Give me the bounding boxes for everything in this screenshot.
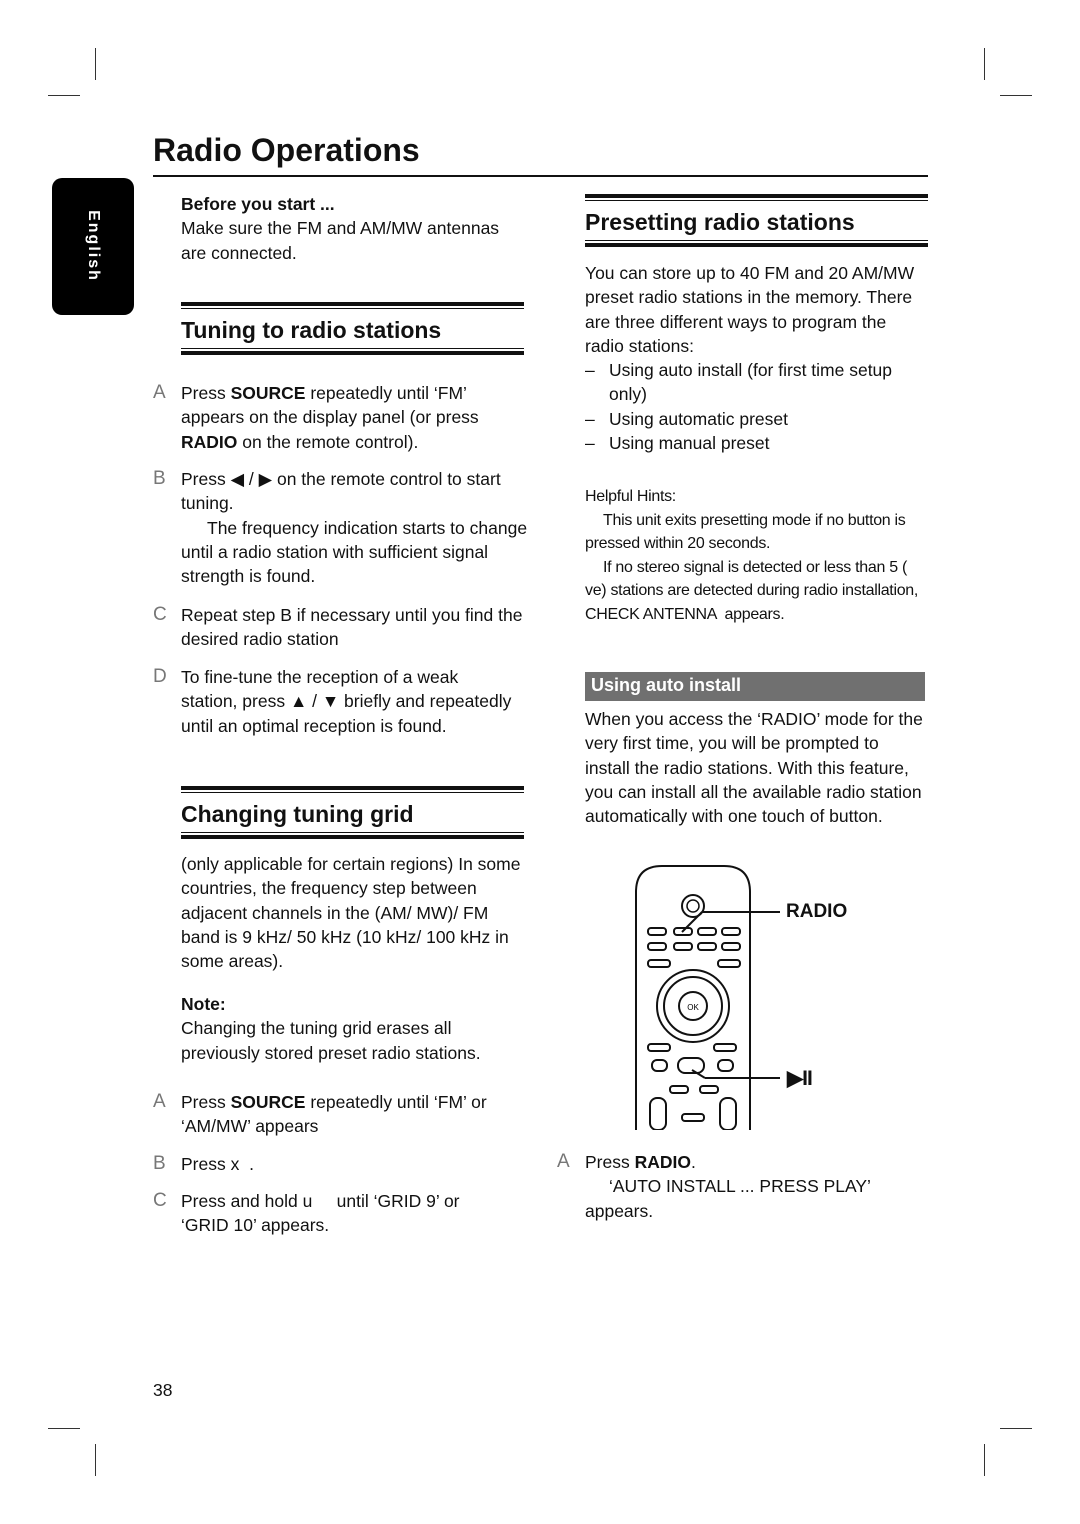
section-preset: Presetting radio stations bbox=[585, 194, 928, 247]
grid-step-a: A Press SOURCE repeatedly until ‘FM’ or … bbox=[153, 1090, 526, 1139]
tuning-step-d: D To fine-tune the reception of a weak s… bbox=[153, 665, 516, 738]
step-text: Press bbox=[181, 1092, 231, 1112]
tuning-step-c: C Repeat step B if necessary until you f… bbox=[153, 603, 531, 652]
step-keyword: RADIO bbox=[634, 1152, 691, 1172]
step-text: on the remote control). bbox=[237, 431, 419, 452]
language-tab: English bbox=[52, 178, 134, 315]
step-text: Press bbox=[585, 1152, 635, 1172]
step-letter: A bbox=[153, 1091, 166, 1112]
step-text: Press ◀ / ▶ on the remote control to sta… bbox=[181, 469, 501, 514]
grid-heading: Changing tuning grid bbox=[181, 801, 414, 827]
tuning-step-a: A Press SOURCE repeatedly until ‘FM’ app… bbox=[153, 381, 531, 454]
note-label: Note: bbox=[181, 994, 226, 1014]
step-subtext: The frequency indication starts to chang… bbox=[181, 517, 528, 587]
step-letter: B bbox=[153, 1153, 166, 1174]
step-letter: B bbox=[153, 468, 166, 489]
grid-note: Note: Changing the tuning grid erases al… bbox=[181, 992, 526, 1065]
tuning-step-b: B Press ◀ / ▶ on the remote control to s… bbox=[153, 467, 531, 588]
step-letter: C bbox=[153, 1190, 167, 1211]
step-text: . bbox=[691, 1152, 696, 1172]
remote-radio-label: RADIO bbox=[786, 901, 848, 922]
crop-mark bbox=[984, 48, 985, 80]
preset-way: Using automatic preset bbox=[585, 407, 925, 432]
crop-mark bbox=[95, 48, 96, 80]
step-text: Press bbox=[181, 383, 231, 403]
note-text: Changing the tuning grid erases all prev… bbox=[181, 1018, 481, 1063]
crop-mark bbox=[1000, 1428, 1032, 1429]
play-pause-icon: ▶II bbox=[787, 1067, 813, 1090]
step-text: To fine-tune the reception of a weak sta… bbox=[181, 667, 512, 736]
step-text: Repeat step B if necessary until you fin… bbox=[181, 605, 523, 650]
grid-step-c: C Press and hold u until ‘GRID 9’ or ‘GR… bbox=[153, 1189, 501, 1238]
auto-install-text: When you access the ‘RADIO’ mode for the… bbox=[585, 709, 923, 827]
hint-item: If no stereo signal is detected or less … bbox=[585, 558, 927, 623]
tuning-heading: Tuning to radio stations bbox=[181, 317, 442, 343]
before-heading: Before you start ... bbox=[181, 194, 335, 214]
step-letter: A bbox=[557, 1151, 570, 1172]
grid-intro: (only applicable for certain regions) In… bbox=[181, 854, 521, 972]
hint-item: This unit exits presetting mode if no bu… bbox=[585, 511, 906, 553]
helpful-hints: Helpful Hints: This unit exits presettin… bbox=[585, 485, 925, 626]
language-tab-label: English bbox=[85, 210, 102, 282]
section-grid: Changing tuning grid bbox=[181, 786, 524, 839]
auto-install-heading: Using auto install bbox=[585, 672, 925, 701]
step-text: Press and hold u until ‘GRID 9’ or ‘GRID… bbox=[181, 1191, 465, 1236]
crop-mark bbox=[95, 1444, 96, 1476]
crop-mark bbox=[1000, 95, 1032, 96]
step-letter: C bbox=[153, 604, 167, 625]
step-letter: D bbox=[153, 666, 167, 687]
preset-way: Using manual preset bbox=[585, 431, 925, 456]
crop-mark bbox=[984, 1444, 985, 1476]
preset-intro: You can store up to 40 FM and 20 AM/MW p… bbox=[585, 261, 925, 456]
step-keyword: SOURCE bbox=[230, 1092, 306, 1112]
svg-text:OK: OK bbox=[687, 1003, 699, 1012]
step-keyword: SOURCE bbox=[230, 383, 306, 403]
crop-mark bbox=[48, 1428, 80, 1429]
grid-step-b: B Press x . bbox=[153, 1152, 531, 1176]
step-letter: A bbox=[153, 382, 166, 403]
preset-heading: Presetting radio stations bbox=[585, 209, 855, 235]
page-number: 38 bbox=[153, 1380, 173, 1400]
before-you-start: Before you start ... Make sure the FM an… bbox=[181, 192, 526, 265]
crop-mark bbox=[48, 95, 80, 96]
before-text: Make sure the FM and AM/MW antennas are … bbox=[181, 218, 500, 263]
step-subtext: ‘AUTO INSTALL ... PRESS PLAY’ appears. bbox=[585, 1176, 871, 1221]
hints-label: Helpful Hints: bbox=[585, 488, 676, 505]
step-text: Press x . bbox=[181, 1154, 254, 1174]
auto-install-step-a: A Press RADIO. ‘AUTO INSTALL ... PRESS P… bbox=[557, 1150, 925, 1223]
page-title: Radio Operations bbox=[153, 132, 420, 168]
step-keyword: RADIO bbox=[181, 431, 238, 452]
preset-intro-text: You can store up to 40 FM and 20 AM/MW p… bbox=[585, 263, 915, 356]
title-rule bbox=[153, 175, 928, 177]
preset-way: Using auto install (for first time setup… bbox=[585, 358, 925, 407]
section-tuning: Tuning to radio stations bbox=[181, 302, 524, 355]
